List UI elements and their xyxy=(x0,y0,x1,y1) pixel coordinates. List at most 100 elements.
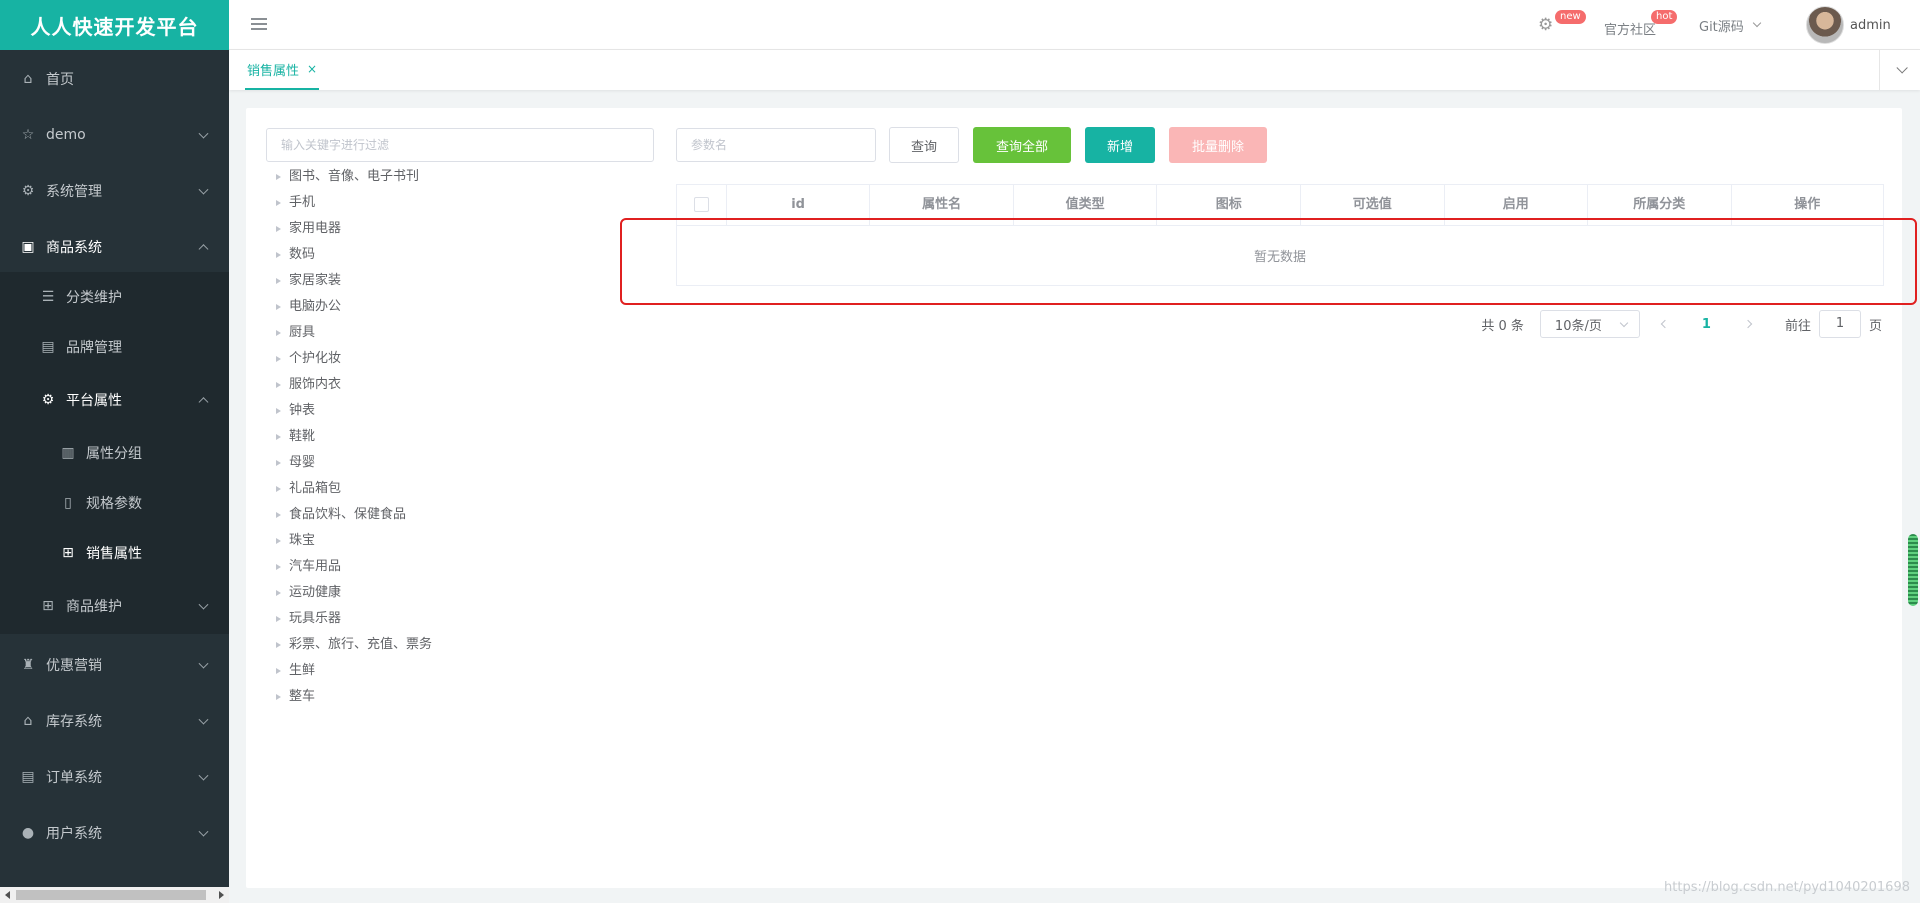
tree-node[interactable]: 手机 xyxy=(271,190,432,216)
tree-node[interactable]: 彩票、旅行、充值、票务 xyxy=(271,632,432,658)
query-button[interactable]: 查询 xyxy=(889,127,959,163)
grid-icon: ⊞ xyxy=(42,598,54,614)
add-button[interactable]: 新增 xyxy=(1085,127,1155,163)
tree-node-label: 手机 xyxy=(289,195,316,210)
chevron-down-icon xyxy=(198,599,209,610)
product-icon: ▣ xyxy=(21,239,35,255)
tree-node[interactable]: 珠宝 xyxy=(271,528,432,554)
sidebar-item-promotion[interactable]: ♜ 优惠营销 xyxy=(0,640,229,690)
tree-node-label: 钟表 xyxy=(289,403,316,418)
chevron-down-icon xyxy=(198,184,209,195)
tree-node[interactable]: 玩具乐器 xyxy=(271,606,432,632)
sidebar-item-product-maint[interactable]: ⊞ 商品维护 xyxy=(0,578,229,634)
sidebar-item-label: 商品系统 xyxy=(46,240,102,256)
sidebar-item-product-system[interactable]: ▣ 商品系统 xyxy=(0,222,229,272)
tree-node[interactable]: 家用电器 xyxy=(271,216,432,242)
tree-node[interactable]: 生鲜 xyxy=(271,658,432,684)
pagination: 共 0 条 10条/页 1 前往 1 页 xyxy=(1481,310,1882,338)
tabs-tools-dropdown[interactable] xyxy=(1879,50,1920,90)
tab-sale-attr[interactable]: 销售属性 × xyxy=(245,50,320,90)
menu-toggle-icon[interactable] xyxy=(251,18,267,30)
tree-node-label: 整车 xyxy=(289,689,316,704)
sidebar-item-sale-attr[interactable]: ⊞ 销售属性 xyxy=(0,528,229,578)
tree-node[interactable]: 鞋靴 xyxy=(271,424,432,450)
sidebar-item-user[interactable]: ● 用户系统 xyxy=(0,808,229,858)
grid-icon: ⊞ xyxy=(62,545,74,561)
category-filter-input[interactable] xyxy=(266,128,654,162)
home-icon: ⌂ xyxy=(23,71,33,87)
settings-link[interactable]: ⚙ xyxy=(1538,0,1553,50)
param-name-input[interactable] xyxy=(676,128,876,162)
scroll-right-icon[interactable] xyxy=(219,891,224,899)
caret-right-icon[interactable] xyxy=(276,564,281,570)
brand-title: 人人快速开发平台 xyxy=(0,0,229,50)
prev-page-icon[interactable] xyxy=(1660,319,1670,329)
caret-right-icon[interactable] xyxy=(276,460,281,466)
sidebar-horizontal-scrollbar[interactable] xyxy=(0,887,229,903)
chevron-up-icon xyxy=(198,397,209,408)
user-menu[interactable]: admin xyxy=(1806,0,1891,50)
caret-right-icon[interactable] xyxy=(276,616,281,622)
caret-right-icon[interactable] xyxy=(276,278,281,284)
tree-node[interactable]: 母婴 xyxy=(271,450,432,476)
scrollbar-thumb[interactable] xyxy=(16,890,206,900)
tree-node[interactable]: 家居家装 xyxy=(271,268,432,294)
caret-right-icon[interactable] xyxy=(276,512,281,518)
sidebar-item-demo[interactable]: ☆ demo xyxy=(0,110,229,160)
tree-node-label: 礼品箱包 xyxy=(289,481,342,496)
sidebar-item-system[interactable]: ⚙ 系统管理 xyxy=(0,166,229,216)
caret-right-icon[interactable] xyxy=(276,434,281,440)
tree-node[interactable]: 个护化妆 xyxy=(271,346,432,372)
tree-node[interactable]: 钟表 xyxy=(271,398,432,424)
sidebar-item-inventory[interactable]: ⌂ 库存系统 xyxy=(0,696,229,746)
caret-right-icon[interactable] xyxy=(276,330,281,336)
goto-page-input[interactable]: 1 xyxy=(1818,310,1861,338)
caret-right-icon[interactable] xyxy=(276,486,281,492)
sidebar-item-spec-params[interactable]: ▯ 规格参数 xyxy=(0,478,229,528)
caret-right-icon[interactable] xyxy=(276,408,281,414)
caret-right-icon[interactable] xyxy=(276,174,281,180)
tree-node[interactable]: 数码 xyxy=(271,242,432,268)
caret-right-icon[interactable] xyxy=(276,382,281,388)
caret-right-icon[interactable] xyxy=(276,538,281,544)
git-source-dropdown[interactable]: Git源码 xyxy=(1699,0,1762,50)
sidebar-item-brand[interactable]: ▤ 品牌管理 xyxy=(0,322,229,372)
chevron-down-icon xyxy=(1896,62,1908,74)
tree-node[interactable]: 运动健康 xyxy=(271,580,432,606)
tree-node[interactable]: 电脑办公 xyxy=(271,294,432,320)
tree-node[interactable]: 服饰内衣 xyxy=(271,372,432,398)
caret-right-icon[interactable] xyxy=(276,694,281,700)
sidebar-item-category[interactable]: ☰ 分类维护 xyxy=(0,272,229,322)
trophy-icon: ♜ xyxy=(21,657,35,673)
sidebar-item-attr-group[interactable]: ▥ 属性分组 xyxy=(0,428,229,478)
sidebar: 人人快速开发平台 ⌂ 首页 ☆ demo ⚙ 系统管理 ▣ 商品系统 ☰ 分类维… xyxy=(0,0,229,903)
tree-node[interactable]: 礼品箱包 xyxy=(271,476,432,502)
caret-right-icon[interactable] xyxy=(276,590,281,596)
community-link[interactable]: 官方社区 xyxy=(1604,3,1656,53)
page-number[interactable]: 1 xyxy=(1702,317,1711,332)
sidebar-item-home[interactable]: ⌂ 首页 xyxy=(0,54,229,104)
caret-right-icon[interactable] xyxy=(276,642,281,648)
sidebar-item-order[interactable]: ▤ 订单系统 xyxy=(0,752,229,802)
vertical-scrollbar[interactable] xyxy=(1908,534,1918,606)
sidebar-item-platform-attr[interactable]: ⚙ 平台属性 xyxy=(0,372,229,428)
tree-node[interactable]: 汽车用品 xyxy=(271,554,432,580)
batch-delete-button[interactable]: 批量删除 xyxy=(1169,127,1267,163)
caret-right-icon[interactable] xyxy=(276,304,281,310)
tree-node[interactable]: 食品饮料、保健食品 xyxy=(271,502,432,528)
tree-node[interactable]: 厨具 xyxy=(271,320,432,346)
next-page-icon[interactable] xyxy=(1743,319,1753,329)
caret-right-icon[interactable] xyxy=(276,226,281,232)
close-icon[interactable]: × xyxy=(307,62,317,76)
tree-node[interactable]: 图书、音像、电子书刊 xyxy=(271,164,432,190)
caret-right-icon[interactable] xyxy=(276,200,281,206)
tree-node[interactable]: 整车 xyxy=(271,684,432,710)
caret-right-icon[interactable] xyxy=(276,252,281,258)
page-size-select[interactable]: 10条/页 xyxy=(1539,310,1640,338)
select-all-checkbox[interactable] xyxy=(693,197,709,212)
scroll-left-icon[interactable] xyxy=(5,891,10,899)
caret-right-icon[interactable] xyxy=(276,668,281,674)
total-count: 共 0 条 xyxy=(1481,318,1524,334)
query-all-button[interactable]: 查询全部 xyxy=(973,127,1071,163)
caret-right-icon[interactable] xyxy=(276,356,281,362)
